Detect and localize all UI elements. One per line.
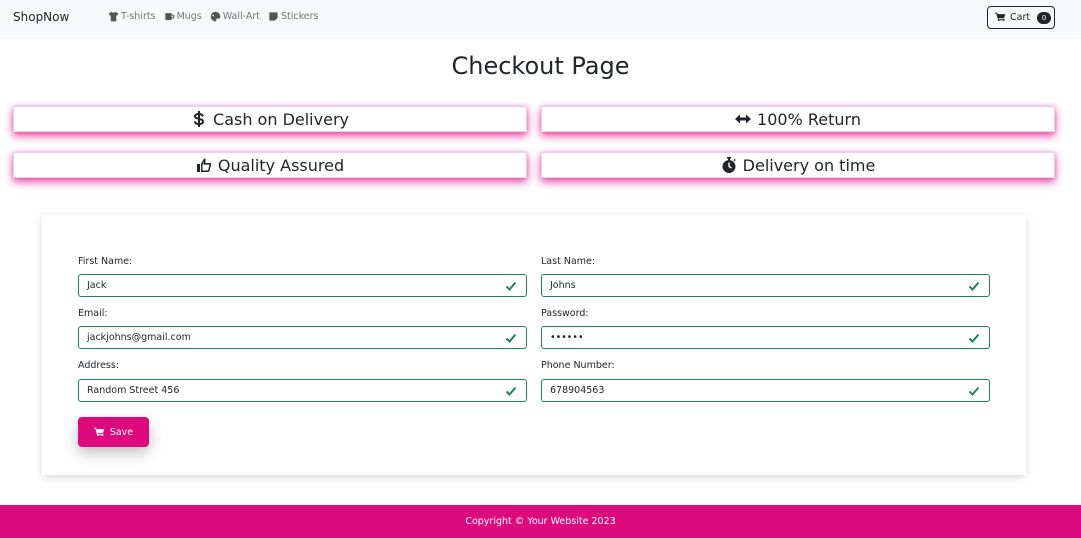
- valid-check-icon: [968, 280, 980, 292]
- nav-link-label: T-shirts: [121, 11, 156, 22]
- first-name-value: Jack: [87, 280, 107, 291]
- mug-icon: [164, 13, 174, 20]
- valid-check-icon: [505, 332, 517, 344]
- feature-label: Quality Assured: [217, 155, 345, 175]
- navbar: ShopNow T-shirts Mugs Wall-Art Stickers …: [0, 0, 1081, 39]
- valid-check-icon: [968, 332, 980, 344]
- feature-100-return: 100% Return: [541, 106, 1055, 132]
- copyright-text: Copyright © Your Website 2023: [465, 516, 616, 527]
- cart-button[interactable]: Cart 0: [987, 6, 1055, 29]
- nav-link-label: Stickers: [281, 11, 319, 22]
- feature-cash-on-delivery: Cash on Delivery: [13, 106, 527, 132]
- page-title: Checkout Page: [451, 52, 630, 80]
- password-label: Password:: [541, 308, 589, 319]
- checkout-form-card: First Name: Jack Last Name: Johns Email:…: [42, 215, 1026, 475]
- first-name-field[interactable]: Jack: [78, 274, 527, 297]
- cart-icon: [995, 12, 1006, 21]
- password-field[interactable]: ••••••: [541, 326, 990, 349]
- last-name-value: Johns: [550, 280, 576, 291]
- brand-link[interactable]: ShopNow: [13, 10, 69, 24]
- feature-label: Cash on Delivery: [213, 109, 349, 129]
- email-field[interactable]: jackjohns@gmail.com: [78, 326, 527, 349]
- password-value: ••••••: [550, 332, 584, 343]
- last-name-field[interactable]: Johns: [541, 274, 990, 297]
- nav-link-wall-art[interactable]: Wall-Art: [210, 11, 260, 22]
- palette-icon: [210, 11, 221, 22]
- nav-link-label: Mugs: [176, 11, 202, 22]
- address-value: Random Street 456: [87, 385, 180, 396]
- stopwatch-icon: [722, 157, 736, 173]
- nav-link-tshirts[interactable]: T-shirts: [108, 11, 156, 22]
- feature-quality-assured: Quality Assured: [13, 152, 527, 178]
- nav-links: T-shirts Mugs Wall-Art Stickers: [108, 11, 319, 22]
- thumbs-up-icon: [196, 158, 211, 172]
- email-value: jackjohns@gmail.com: [87, 332, 191, 343]
- cart-label: Cart: [1010, 12, 1031, 23]
- dollar-icon: [193, 111, 205, 127]
- tshirt-icon: [108, 11, 119, 22]
- sticker-icon: [269, 12, 278, 21]
- feature-delivery-on-time: Delivery on time: [541, 152, 1055, 178]
- phone-label: Phone Number:: [541, 360, 615, 371]
- nav-link-stickers[interactable]: Stickers: [268, 11, 319, 22]
- email-label: Email:: [78, 308, 108, 319]
- valid-check-icon: [505, 385, 517, 397]
- save-label: Save: [109, 426, 134, 438]
- feature-label: 100% Return: [757, 109, 861, 129]
- address-label: Address:: [78, 360, 120, 371]
- address-field[interactable]: Random Street 456: [78, 379, 527, 402]
- last-name-label: Last Name:: [541, 256, 596, 267]
- phone-field[interactable]: 678904563: [541, 379, 990, 402]
- footer: Copyright © Your Website 2023: [0, 505, 1081, 538]
- save-button[interactable]: Save: [78, 417, 149, 447]
- nav-link-mugs[interactable]: Mugs: [164, 11, 202, 22]
- valid-check-icon: [968, 385, 980, 397]
- arrows-horizontal-icon: [735, 114, 752, 124]
- valid-check-icon: [505, 280, 517, 292]
- cart-count-badge: 0: [1037, 11, 1052, 24]
- nav-link-label: Wall-Art: [222, 11, 261, 22]
- first-name-label: First Name:: [78, 256, 133, 267]
- feature-label: Delivery on time: [742, 155, 876, 175]
- phone-value: 678904563: [550, 385, 605, 396]
- cart-plus-icon: [93, 427, 105, 436]
